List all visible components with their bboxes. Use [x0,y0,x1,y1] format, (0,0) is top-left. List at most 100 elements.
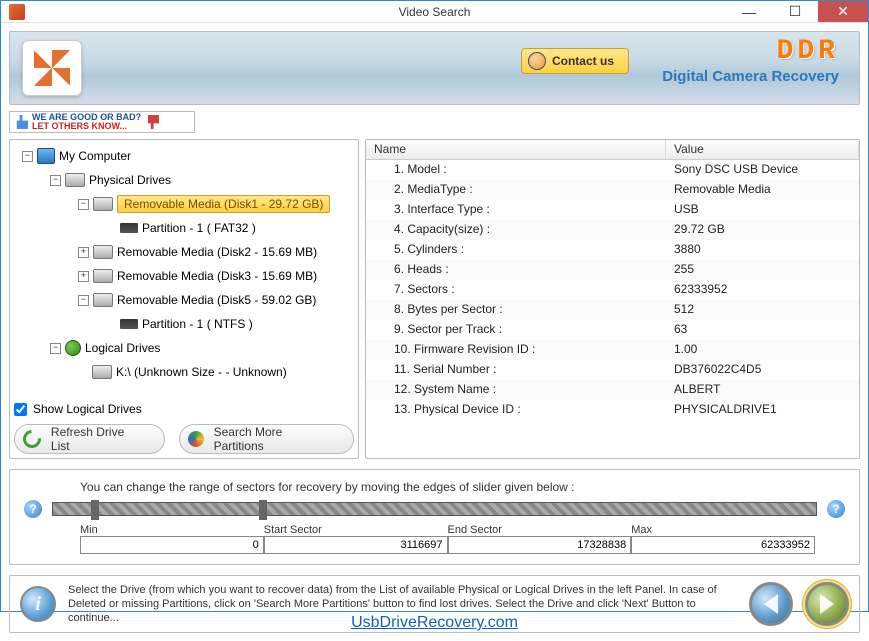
cell-value: 63 [666,320,859,340]
contact-us-label: Contact us [552,54,614,68]
refresh-icon [19,426,44,451]
table-row[interactable]: 1. Model :Sony DSC USB Device [366,160,859,180]
app-icon [9,4,25,20]
tree-node-logical[interactable]: −Logical Drives [14,336,354,360]
tree-node-disk1-part[interactable]: Partition - 1 ( FAT32 ) [14,216,354,240]
show-logical-drives-label: Show Logical Drives [33,402,142,416]
table-row[interactable]: 11. Serial Number :DB376022C4D5 [366,360,859,380]
header-name[interactable]: Name [366,140,666,159]
help-icon[interactable]: ? [24,500,42,518]
table-row[interactable]: 9. Sector per Track :63 [366,320,859,340]
sector-slider[interactable] [52,502,817,516]
cell-value: 3880 [666,240,859,260]
max-label: Max [631,524,815,536]
thumb-up-icon [14,115,28,129]
app-window: Video Search — ☐ ✕ Contact us DDR Digita… [0,0,869,612]
tree-node-disk2[interactable]: +Removable Media (Disk2 - 15.69 MB) [14,240,354,264]
drive-icon [93,197,113,211]
cell-value: Sony DSC USB Device [666,160,859,180]
slider-handle-end[interactable] [259,500,267,520]
partition-icon [120,319,138,329]
logical-drives-icon [65,340,81,356]
maximize-button[interactable]: ☐ [772,1,818,22]
table-row[interactable]: 12. System Name :ALBERT [366,380,859,400]
min-label: Min [80,524,264,536]
refresh-drive-list-button[interactable]: Refresh Drive List [14,424,165,454]
cell-name: 11. Serial Number : [366,360,666,380]
table-row[interactable]: 8. Bytes per Sector :512 [366,300,859,320]
tree-node-disk5[interactable]: −Removable Media (Disk5 - 59.02 GB) [14,288,354,312]
details-rows: 1. Model :Sony DSC USB Device2. MediaTyp… [366,160,859,420]
rating-banner[interactable]: WE ARE GOOD OR BAD? LET OTHERS KNOW... [9,111,195,133]
cell-name: 12. System Name : [366,380,666,400]
table-row[interactable]: 5. Cylinders :3880 [366,240,859,260]
drive-tree[interactable]: −My Computer −Physical Drives −Removable… [14,144,354,394]
table-row[interactable]: 4. Capacity(size) :29.72 GB [366,220,859,240]
cell-name: 8. Bytes per Sector : [366,300,666,320]
search-partitions-icon [188,431,204,447]
brand-logo: DDR [662,38,839,66]
header-value[interactable]: Value [666,140,859,159]
cell-value: 62333952 [666,280,859,300]
drive-tree-panel: −My Computer −Physical Drives −Removable… [9,139,359,459]
info-icon: i [20,586,56,622]
cell-value: DB376022C4D5 [666,360,859,380]
tree-node-logical-k[interactable]: K:\ (Unknown Size - - Unknown) [14,360,354,384]
min-input [80,536,264,554]
next-button[interactable] [805,582,849,626]
tree-node-disk1[interactable]: −Removable Media (Disk1 - 29.72 GB) [14,192,354,216]
table-row[interactable]: 7. Sectors :62333952 [366,280,859,300]
drive-icon [92,365,112,379]
cell-value: USB [666,200,859,220]
sector-range-panel: You can change the range of sectors for … [9,469,860,565]
help-icon[interactable]: ? [827,500,845,518]
tree-node-disk3[interactable]: +Removable Media (Disk3 - 15.69 MB) [14,264,354,288]
tree-node-physical[interactable]: −Physical Drives [14,168,354,192]
thumb-down-icon [145,115,159,129]
table-row[interactable]: 10. Firmware Revision ID :1.00 [366,340,859,360]
table-row[interactable]: 13. Physical Device ID :PHYSICALDRIVE1 [366,400,859,420]
minimize-button[interactable]: — [726,1,772,22]
back-button[interactable] [749,582,793,626]
end-sector-input[interactable] [448,536,632,554]
brand: DDR Digital Camera Recovery [662,38,839,85]
cell-name: 5. Cylinders : [366,240,666,260]
tree-node-root[interactable]: −My Computer [14,144,354,168]
cell-name: 6. Heads : [366,260,666,280]
titlebar: Video Search — ☐ ✕ [1,1,868,23]
drive-details-panel: Name Value 1. Model :Sony DSC USB Device… [365,139,860,459]
cell-value: 29.72 GB [666,220,859,240]
table-row[interactable]: 2. MediaType :Removable Media [366,180,859,200]
slider-handle-start[interactable] [91,500,99,520]
product-logo [22,40,82,96]
cell-value: 1.00 [666,340,859,360]
drive-icon [93,269,113,283]
next-arrow-icon [820,594,834,614]
contact-icon [528,52,546,70]
contact-us-button[interactable]: Contact us [521,48,629,74]
computer-icon [37,148,55,164]
partition-icon [120,223,138,233]
start-sector-input[interactable] [264,536,448,554]
show-logical-drives-checkbox[interactable] [14,403,27,416]
back-arrow-icon [764,594,778,614]
cell-name: 2. MediaType : [366,180,666,200]
search-more-partitions-button[interactable]: Search More Partitions [179,424,354,454]
end-label: End Sector [448,524,632,536]
table-row[interactable]: 3. Interface Type :USB [366,200,859,220]
cell-name: 9. Sector per Track : [366,320,666,340]
cell-name: 1. Model : [366,160,666,180]
start-label: Start Sector [264,524,448,536]
tree-node-disk5-part[interactable]: Partition - 1 ( NTFS ) [14,312,354,336]
close-button[interactable]: ✕ [818,1,868,22]
header-banner: Contact us DDR Digital Camera Recovery [9,31,860,105]
max-input [631,536,815,554]
cell-name: 10. Firmware Revision ID : [366,340,666,360]
cell-value: 512 [666,300,859,320]
drive-icon [93,293,113,307]
cell-name: 7. Sectors : [366,280,666,300]
table-row[interactable]: 6. Heads :255 [366,260,859,280]
window-title: Video Search [399,5,471,19]
details-header: Name Value [366,140,859,160]
cell-name: 4. Capacity(size) : [366,220,666,240]
